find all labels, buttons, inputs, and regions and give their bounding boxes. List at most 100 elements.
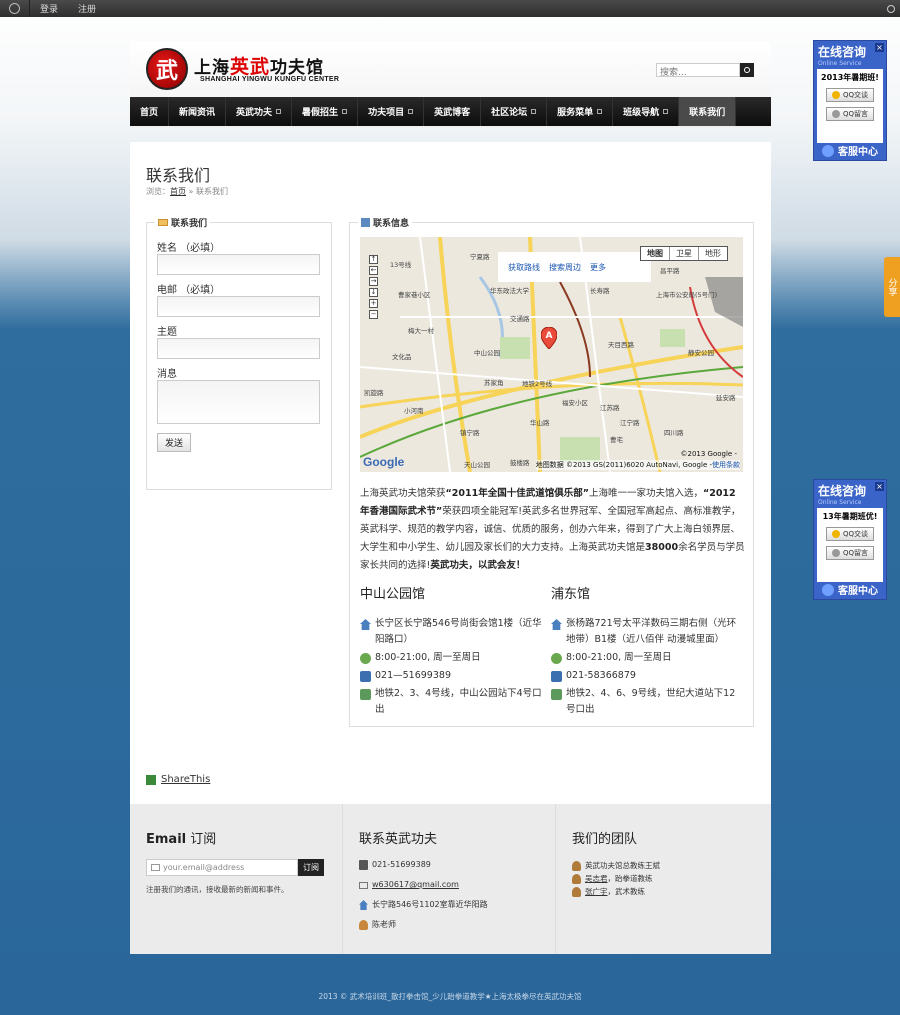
phone-icon [360, 671, 371, 682]
email-field[interactable] [157, 296, 320, 317]
footer-person: 陈老师 [359, 919, 555, 931]
team-title: 我们的团队 [572, 832, 638, 847]
pan-left-icon[interactable]: ← [369, 266, 378, 275]
breadcrumb-home-link[interactable]: 首页 [170, 187, 186, 196]
map-label: 小河南 [404, 407, 424, 415]
map-label: 镇宁路 [460, 429, 480, 437]
name-field[interactable] [157, 254, 320, 275]
qq-widget-subtitle: Online Service [818, 499, 862, 506]
share-side-tab[interactable]: 分享 [884, 257, 900, 317]
contact-info-title-text: 联系信息 [373, 219, 410, 229]
more-link[interactable]: 更多 [590, 262, 606, 273]
team-member-link[interactable]: 张广宇 [585, 885, 608, 898]
team-member-role: ，跆拳道教练 [607, 874, 653, 883]
qq-message-button[interactable]: QQ留言 [826, 107, 874, 121]
branch-address-text: 张杨路721号太平洋数码三期右侧（光环地带）B1楼（近八佰伴 动漫城里面） [566, 618, 737, 645]
footer-phone: 021-51699389 [359, 859, 555, 871]
nav-item[interactable]: 英武功夫 [226, 97, 293, 126]
subject-label: 主题 [157, 327, 177, 338]
team-member: 张广宇 ，武术教练 [572, 885, 769, 898]
footer-email[interactable]: w630617@qmail.com [359, 879, 555, 891]
subscribe-button[interactable]: 订阅 [298, 859, 324, 876]
google-map[interactable]: 13号线 宁夏路 曹家巷小区 华东政法大学 长寿路 昌平路 上海市公安局(5号门… [360, 237, 743, 472]
map-type-terrain[interactable]: 地形 [699, 247, 727, 260]
footer-team: 我们的团队 英武功夫馆总教练王斌 吴志君 ，跆拳道教练 张广宇 ，武术教练 [556, 804, 769, 954]
nav-item[interactable]: 服务菜单 [547, 97, 614, 126]
dropdown-icon [597, 109, 603, 114]
mail-icon [158, 219, 168, 226]
subscribe-row: your.email@address 订阅 [146, 859, 342, 876]
subject-field[interactable] [157, 338, 320, 359]
zoom-in-icon[interactable]: + [369, 299, 378, 308]
map-marker-icon[interactable]: A [541, 327, 557, 349]
map-label: 华山路 [530, 419, 550, 427]
nav-item[interactable]: 班级导航 [613, 97, 680, 126]
nav-item-label: 功夫项目 [368, 108, 405, 118]
pan-up-icon[interactable]: ↑ [369, 255, 378, 264]
dropdown-icon [342, 109, 348, 114]
footer: Email 订阅 your.email@address 订阅 注册我们的通讯，接… [130, 804, 771, 954]
share-this-link[interactable]: ShareThis [146, 774, 210, 785]
map-info-bubble: 获取路线 搜索周边 更多 [498, 252, 651, 282]
subscribe-email-input[interactable]: your.email@address [146, 859, 298, 876]
branch-address: 长宁区长宁路546号尚街会馆1楼（近华阳路口） [360, 616, 548, 648]
send-button[interactable]: 发送 [157, 433, 191, 452]
search-button[interactable] [740, 63, 754, 77]
search-icon[interactable] [882, 0, 900, 17]
site-search-input[interactable]: 搜索... [656, 63, 740, 78]
user-icon [572, 873, 581, 884]
clock-icon [551, 653, 562, 664]
nav-item[interactable]: 首页 [130, 97, 170, 126]
contact-form: 联系我们 姓名 （必填） 电邮 （必填） 主题 消息 发送 [146, 216, 332, 490]
branch-hours-text: 8:00-21:00, 周一至周日 [375, 652, 481, 663]
footer-person-text: 陈老师 [372, 920, 396, 929]
qq-widget-body: 2013年暑期班! QQ交谈 QQ留言 [817, 69, 883, 143]
close-icon[interactable]: × [875, 43, 884, 52]
nearby-link[interactable]: 搜索周边 [549, 262, 581, 273]
map-type-satellite[interactable]: 卫星 [670, 247, 699, 260]
nav-item[interactable]: 功夫项目 [358, 97, 425, 126]
mail-icon [359, 881, 368, 889]
customer-service-link[interactable]: 客服中心 [814, 143, 886, 158]
customer-service-link[interactable]: 客服中心 [814, 582, 886, 597]
directions-link[interactable]: 获取路线 [508, 262, 540, 273]
qq-chat-button[interactable]: QQ交谈 [826, 527, 874, 541]
qq-chat-button[interactable]: QQ交谈 [826, 88, 874, 102]
pan-down-icon[interactable]: ↓ [369, 288, 378, 297]
pan-right-icon[interactable]: → [369, 277, 378, 286]
map-type-map[interactable]: 地图 [641, 247, 670, 260]
message-field[interactable] [157, 380, 320, 424]
qq-chat-label: QQ交谈 [842, 530, 869, 538]
nav-item[interactable]: 暑假招生 [292, 97, 359, 126]
nav-item-label: 服务菜单 [557, 108, 594, 118]
intro-text: 上海英武功夫馆荣获“2011年全国十佳武道馆俱乐部”上海唯一一家功夫馆入选，“2… [360, 485, 745, 575]
close-icon[interactable]: × [875, 482, 884, 491]
wordpress-logo-icon[interactable] [0, 0, 30, 17]
user-icon [359, 920, 368, 930]
nav-item[interactable]: 联系我们 [679, 97, 737, 126]
team-member-role: ，武术教练 [607, 887, 646, 896]
breadcrumb: 浏览：首页 » 联系我们 [146, 186, 228, 197]
dropdown-icon [531, 109, 537, 114]
map-terms-link[interactable]: 使用条款 [712, 461, 740, 469]
map-label: 梅大一村 [408, 327, 434, 335]
nav-item[interactable]: 社区论坛 [481, 97, 548, 126]
register-link[interactable]: 注册 [68, 2, 106, 15]
logo-text-part: 功夫馆 [270, 58, 325, 78]
logo-badge[interactable]: 武 [146, 48, 188, 90]
home-icon [551, 619, 562, 630]
footer-email-link[interactable]: w630617@qmail.com [372, 879, 459, 891]
qq-icon [831, 530, 840, 538]
nav-item[interactable]: 新闻资讯 [169, 97, 227, 126]
nav-item[interactable]: 英武博客 [424, 97, 482, 126]
team-member-link[interactable]: 吴志君 [585, 872, 608, 885]
map-label: 天山公园 [464, 461, 490, 469]
zoom-out-icon[interactable]: − [369, 310, 378, 319]
logo-chinese-name[interactable]: 上海英武功夫馆 [194, 52, 324, 79]
map-copyright: ©2013 Google - [680, 450, 737, 458]
user-icon [572, 860, 581, 871]
map-type-control: 地图 卫星 地形 [640, 246, 728, 261]
qq-message-button[interactable]: QQ留言 [826, 546, 874, 560]
map-label: 长寿路 [590, 287, 610, 295]
login-link[interactable]: 登录 [30, 2, 68, 15]
